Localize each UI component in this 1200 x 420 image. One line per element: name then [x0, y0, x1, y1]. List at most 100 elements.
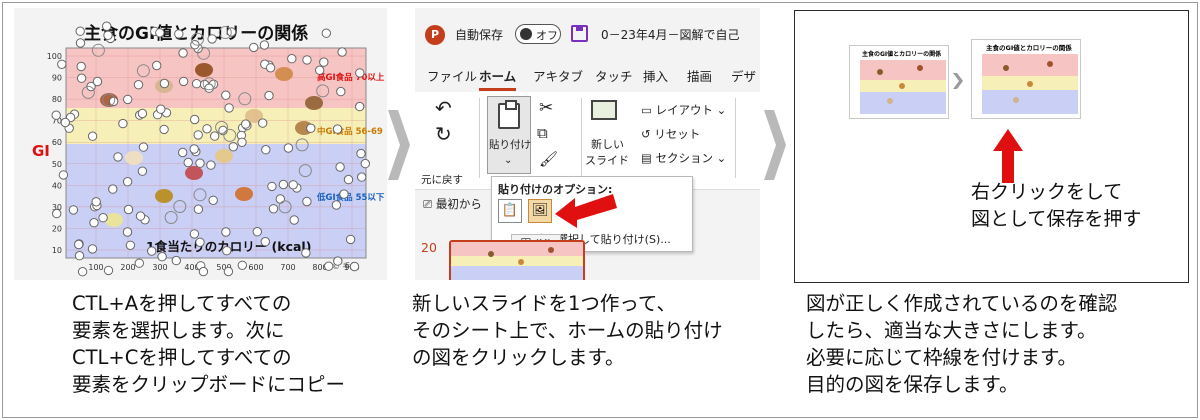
- selection-handle[interactable]: [268, 204, 279, 214]
- tab-insert[interactable]: 挿入: [643, 66, 668, 85]
- selection-handle[interactable]: [349, 261, 360, 272]
- selection-handle[interactable]: [237, 260, 248, 270]
- selection-handle[interactable]: [122, 177, 133, 187]
- slide-thumbnail[interactable]: [449, 240, 585, 280]
- selection-handle[interactable]: [287, 54, 297, 64]
- selection-handle[interactable]: [237, 137, 247, 148]
- selection-handle[interactable]: [278, 179, 289, 190]
- selection-handle[interactable]: [275, 194, 285, 204]
- selection-handle[interactable]: [123, 94, 133, 105]
- selection-handle[interactable]: [331, 200, 342, 210]
- tab-home[interactable]: ホーム: [479, 66, 517, 91]
- selection-handle[interactable]: [302, 196, 312, 207]
- selection-handle[interactable]: [87, 244, 98, 254]
- selection-handle[interactable]: [315, 65, 325, 75]
- paste-as-picture-icon[interactable]: 🖼: [528, 199, 552, 223]
- selection-handle[interactable]: [171, 255, 182, 266]
- section-button[interactable]: ▤ セクション ⌄: [641, 150, 726, 166]
- selection-handle[interactable]: [75, 26, 85, 36]
- selection-handle[interactable]: [289, 215, 299, 225]
- selection-handle[interactable]: [301, 248, 311, 258]
- selection-handle[interactable]: [360, 158, 370, 169]
- selection-handle[interactable]: [89, 218, 99, 228]
- selection-handle[interactable]: [357, 172, 367, 182]
- selection-handle[interactable]: [221, 90, 231, 100]
- selection-handle[interactable]: [77, 267, 88, 277]
- selection-handle[interactable]: [178, 48, 188, 58]
- undo-icon[interactable]: ↶: [435, 96, 452, 120]
- selection-handle[interactable]: [265, 63, 276, 73]
- selection-handle[interactable]: [319, 57, 329, 67]
- selection-handle[interactable]: [159, 124, 169, 135]
- selection-handle[interactable]: [189, 144, 199, 154]
- tab-touch[interactable]: タッチ: [595, 66, 633, 85]
- selection-handle[interactable]: [73, 239, 84, 250]
- selection-handle[interactable]: [123, 204, 134, 215]
- selection-handle[interactable]: [258, 118, 268, 128]
- new-slide-icon[interactable]: [591, 100, 617, 120]
- new-slide-label-1[interactable]: 新しい: [591, 136, 624, 152]
- selection-handle[interactable]: [108, 184, 118, 194]
- selection-handle[interactable]: [249, 42, 259, 53]
- selection-handle[interactable]: [87, 131, 98, 141]
- selection-handle[interactable]: [190, 114, 200, 125]
- selection-handle[interactable]: [137, 166, 148, 176]
- selection-handle[interactable]: [92, 76, 103, 87]
- selection-handle[interactable]: [52, 208, 62, 219]
- selection-handle[interactable]: [57, 59, 67, 69]
- selection-handle[interactable]: [189, 229, 200, 239]
- selection-handle[interactable]: [335, 162, 345, 172]
- reset-button[interactable]: ↺ リセット: [641, 126, 700, 142]
- selection-handle[interactable]: [102, 21, 112, 31]
- selection-handle[interactable]: [113, 152, 123, 162]
- selection-handle[interactable]: [202, 124, 212, 134]
- save-icon[interactable]: [571, 25, 588, 42]
- selection-handle[interactable]: [103, 30, 113, 40]
- selection-handle[interactable]: [241, 119, 251, 129]
- selection-handle[interactable]: [198, 266, 209, 277]
- selection-handle[interactable]: [76, 73, 87, 83]
- selection-handle[interactable]: [343, 174, 354, 185]
- selection-handle[interactable]: [60, 117, 70, 128]
- selection-handle[interactable]: [147, 246, 157, 256]
- selection-handle[interactable]: [333, 256, 343, 266]
- selection-handle[interactable]: [288, 180, 298, 190]
- format-painter-icon[interactable]: 🖌: [539, 150, 558, 168]
- selection-handle[interactable]: [75, 38, 86, 48]
- selection-handle[interactable]: [260, 237, 271, 247]
- selection-handle[interactable]: [183, 157, 193, 168]
- selection-handle[interactable]: [264, 90, 274, 101]
- selection-handle[interactable]: [222, 246, 232, 256]
- selection-handle[interactable]: [336, 86, 346, 97]
- selection-handle[interactable]: [178, 76, 189, 87]
- selection-handle[interactable]: [208, 195, 218, 206]
- selection-handle[interactable]: [191, 79, 202, 89]
- mini-chart-result[interactable]: 主食のGI値とカロリーの関係: [971, 39, 1081, 119]
- selection-handle[interactable]: [68, 205, 79, 215]
- selection-handle[interactable]: [283, 143, 294, 153]
- selection-handle[interactable]: [178, 147, 188, 158]
- cut-icon[interactable]: ✂: [539, 98, 553, 118]
- selection-handle[interactable]: [103, 265, 114, 276]
- selection-handle[interactable]: [223, 266, 234, 277]
- selection-handle[interactable]: [122, 227, 133, 237]
- selection-handle[interactable]: [210, 131, 220, 141]
- tab-akitab[interactable]: アキタブ: [533, 66, 583, 85]
- selection-handle[interactable]: [204, 83, 214, 93]
- from-start-button[interactable]: ⎚ 最初から: [423, 196, 482, 212]
- selection-handle[interactable]: [221, 227, 231, 237]
- selection-handle[interactable]: [321, 28, 331, 38]
- tab-draw[interactable]: 描画: [687, 66, 712, 85]
- selection-handle[interactable]: [51, 110, 61, 120]
- selection-handle[interactable]: [118, 118, 128, 129]
- selection-handle[interactable]: [108, 96, 119, 107]
- selection-handle[interactable]: [157, 252, 167, 262]
- selection-handle[interactable]: [76, 61, 86, 72]
- selection-handle[interactable]: [355, 101, 365, 112]
- selection-handle[interactable]: [159, 78, 170, 89]
- selection-handle[interactable]: [91, 197, 101, 207]
- selection-handle[interactable]: [98, 213, 108, 223]
- selection-handle[interactable]: [339, 189, 349, 199]
- selection-handle[interactable]: [302, 55, 312, 65]
- selection-handle[interactable]: [134, 258, 145, 268]
